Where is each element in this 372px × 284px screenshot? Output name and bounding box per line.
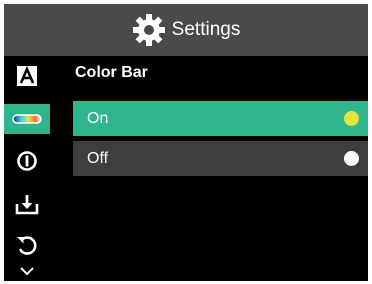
sidebar-item-info[interactable] <box>4 146 50 176</box>
radio-unselected-icon <box>344 151 359 166</box>
download-tray-icon <box>15 195 39 215</box>
reset-icon <box>17 236 37 255</box>
header-bar: Settings <box>4 4 368 56</box>
sidebar <box>4 56 50 281</box>
option-on[interactable]: On <box>73 101 368 136</box>
font-a-icon <box>17 65 37 86</box>
sidebar-item-reset[interactable] <box>4 230 50 260</box>
sidebar-item-display-mode[interactable] <box>4 61 50 91</box>
option-off[interactable]: Off <box>73 141 368 176</box>
option-label: On <box>87 109 109 127</box>
info-icon <box>17 151 37 171</box>
settings-screen: Settings Color Bar On Off <box>4 4 368 281</box>
chevron-down-icon <box>20 267 34 276</box>
gear-icon <box>132 14 165 46</box>
section-title: Color Bar <box>75 64 148 81</box>
option-label: Off <box>87 149 109 167</box>
radio-selected-icon <box>344 111 359 126</box>
sidebar-scroll-down[interactable] <box>4 261 50 281</box>
sidebar-item-color-bar[interactable] <box>4 104 50 134</box>
sidebar-item-storage[interactable] <box>4 189 50 219</box>
page-title: Settings <box>171 19 241 40</box>
color-bar-icon <box>12 114 42 124</box>
